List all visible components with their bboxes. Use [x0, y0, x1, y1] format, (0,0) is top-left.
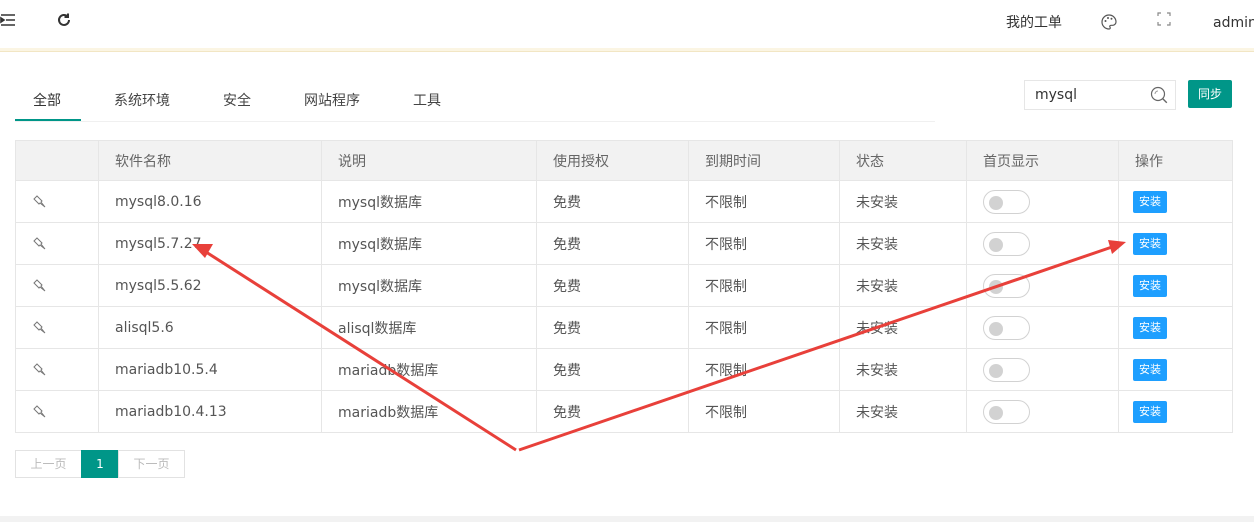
install-button[interactable]: 安装	[1133, 232, 1167, 255]
pin-icon[interactable]	[33, 278, 49, 294]
table-row: mariadb10.5.4 mariadb数据库 免费 不限制 未安装 安装	[15, 348, 1233, 391]
refresh-icon[interactable]	[56, 12, 72, 34]
homepage-toggle[interactable]	[983, 189, 1030, 214]
pin-icon[interactable]	[33, 362, 49, 378]
next-page-button[interactable]: 下一页	[118, 450, 185, 478]
tab-system-env[interactable]: 系统环境	[114, 90, 170, 110]
pagination: 上一页 1 下一页	[15, 450, 185, 478]
install-button[interactable]: 安装	[1133, 400, 1167, 423]
install-button[interactable]: 安装	[1133, 358, 1167, 381]
software-license: 免费	[536, 264, 689, 307]
pin-icon[interactable]	[33, 236, 49, 252]
software-status: 未安装	[839, 222, 967, 265]
homepage-toggle[interactable]	[983, 399, 1030, 424]
header-expire: 到期时间	[688, 140, 840, 181]
table-row: alisql5.6 alisql数据库 免费 不限制 未安装 安装	[15, 306, 1233, 349]
category-tabs: 全部 系统环境 安全 网站程序 工具	[15, 82, 935, 122]
software-license: 免费	[536, 306, 689, 349]
pin-icon[interactable]	[33, 404, 49, 420]
homepage-toggle[interactable]	[983, 315, 1030, 340]
software-status: 未安装	[839, 180, 967, 223]
table-row: mysql8.0.16 mysql数据库 免费 不限制 未安装 安装	[15, 180, 1233, 223]
toggle-knob	[989, 237, 1003, 252]
toggle-knob	[989, 279, 1003, 294]
header-divider	[0, 48, 1254, 52]
header-action: 操作	[1118, 140, 1233, 181]
install-button[interactable]: 安装	[1133, 190, 1167, 213]
pin-icon[interactable]	[33, 320, 49, 336]
table-header-row: 软件名称 说明 使用授权 到期时间 状态 首页显示 操作	[15, 140, 1233, 181]
software-name: mysql5.7.27	[98, 222, 322, 265]
software-expire: 不限制	[688, 222, 840, 265]
top-bar: 我的工单 admin	[0, 0, 1254, 48]
menu-fold-icon[interactable]	[0, 12, 16, 34]
toggle-knob	[989, 405, 1003, 420]
software-status: 未安装	[839, 306, 967, 349]
fullscreen-icon[interactable]	[1157, 12, 1171, 31]
table-row: mysql5.5.62 mysql数据库 免费 不限制 未安装 安装	[15, 264, 1233, 307]
page-1-button[interactable]: 1	[81, 450, 119, 478]
software-license: 免费	[536, 222, 689, 265]
software-license: 免费	[536, 180, 689, 223]
software-name: mysql5.5.62	[98, 264, 322, 307]
toggle-knob	[989, 363, 1003, 378]
software-expire: 不限制	[688, 306, 840, 349]
software-description: mariadb数据库	[321, 390, 537, 433]
search-icon[interactable]	[1149, 85, 1169, 105]
software-expire: 不限制	[688, 348, 840, 391]
header-software-name: 软件名称	[98, 140, 322, 181]
homepage-toggle[interactable]	[983, 273, 1030, 298]
software-status: 未安装	[839, 348, 967, 391]
header-homepage-display: 首页显示	[966, 140, 1119, 181]
tab-all[interactable]: 全部	[33, 90, 61, 110]
install-button[interactable]: 安装	[1133, 274, 1167, 297]
homepage-toggle[interactable]	[983, 231, 1030, 256]
toggle-knob	[989, 321, 1003, 336]
software-name: mariadb10.5.4	[98, 348, 322, 391]
prev-page-button[interactable]: 上一页	[15, 450, 82, 478]
search-box	[1024, 80, 1176, 110]
software-description: mysql数据库	[321, 222, 537, 265]
table-row: mariadb10.4.13 mariadb数据库 免费 不限制 未安装 安装	[15, 390, 1233, 433]
software-license: 免费	[536, 348, 689, 391]
pin-icon[interactable]	[33, 194, 49, 210]
header-status: 状态	[839, 140, 967, 181]
software-description: mysql数据库	[321, 264, 537, 307]
tab-security[interactable]: 安全	[223, 90, 251, 110]
header-license: 使用授权	[536, 140, 689, 181]
header-pin	[15, 140, 99, 181]
workorder-link[interactable]: 我的工单	[1006, 14, 1062, 32]
software-description: alisql数据库	[321, 306, 537, 349]
software-status: 未安装	[839, 264, 967, 307]
header-description: 说明	[321, 140, 537, 181]
sync-button[interactable]: 同步	[1188, 80, 1232, 108]
software-status: 未安装	[839, 390, 967, 433]
software-name: mysql8.0.16	[98, 180, 322, 223]
palette-icon[interactable]	[1100, 13, 1118, 36]
software-description: mysql数据库	[321, 180, 537, 223]
tab-tools[interactable]: 工具	[413, 90, 441, 110]
software-table: 软件名称 说明 使用授权 到期时间 状态 首页显示 操作 mysql8.0.16…	[15, 140, 1233, 433]
tab-website-programs[interactable]: 网站程序	[304, 90, 360, 110]
software-expire: 不限制	[688, 264, 840, 307]
software-name: alisql5.6	[98, 306, 322, 349]
user-menu[interactable]: admin	[1213, 14, 1254, 32]
toggle-knob	[989, 195, 1003, 210]
software-expire: 不限制	[688, 180, 840, 223]
software-description: mariadb数据库	[321, 348, 537, 391]
homepage-toggle[interactable]	[983, 357, 1030, 382]
table-row: mysql5.7.27 mysql数据库 免费 不限制 未安装 安装	[15, 222, 1233, 265]
software-license: 免费	[536, 390, 689, 433]
software-name: mariadb10.4.13	[98, 390, 322, 433]
footer-divider	[0, 516, 1254, 522]
install-button[interactable]: 安装	[1133, 316, 1167, 339]
software-expire: 不限制	[688, 390, 840, 433]
search-input[interactable]	[1025, 81, 1143, 109]
active-tab-indicator	[15, 119, 81, 121]
